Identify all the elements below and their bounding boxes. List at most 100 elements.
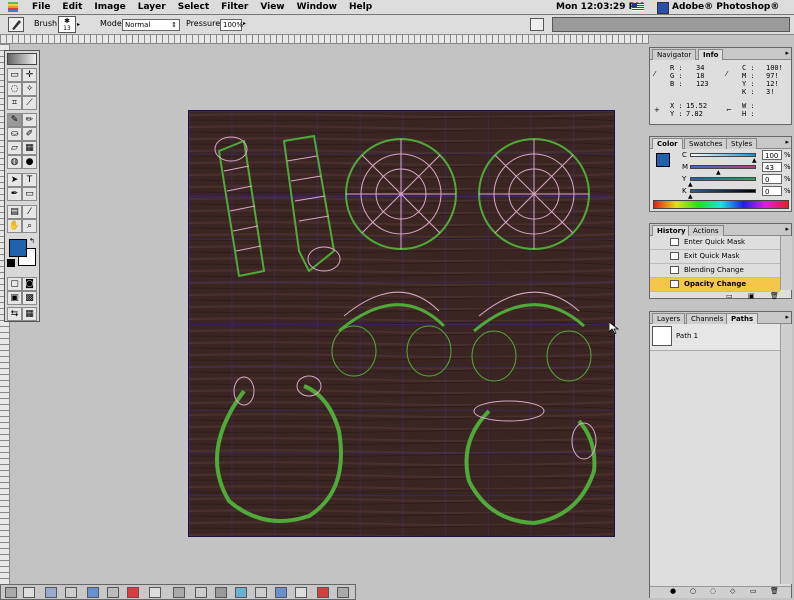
dodge-tool-icon[interactable]: ● bbox=[22, 155, 37, 169]
monitor-bit-depth-icon[interactable] bbox=[173, 587, 185, 598]
tab-color[interactable]: Color bbox=[652, 138, 683, 149]
keychain-icon[interactable] bbox=[149, 587, 161, 598]
menu-file[interactable]: File bbox=[26, 0, 56, 14]
menu-window[interactable]: Window bbox=[291, 0, 343, 14]
adobe-online-icon[interactable] bbox=[7, 53, 37, 65]
history-item[interactable]: Enter Quick Mask bbox=[650, 236, 780, 250]
move-tool-icon[interactable]: ✛ bbox=[22, 68, 37, 82]
menu-view[interactable]: View bbox=[254, 0, 290, 14]
tab-styles[interactable]: Styles bbox=[726, 138, 758, 149]
pressure-field[interactable]: 100% bbox=[220, 19, 243, 31]
tab-paths[interactable]: Paths bbox=[726, 313, 759, 324]
menu-image[interactable]: Image bbox=[88, 0, 131, 14]
magic-wand-tool-icon[interactable]: ✧ bbox=[22, 82, 37, 96]
menu-select[interactable]: Select bbox=[172, 0, 215, 14]
marquee-tool-icon[interactable]: ▭ bbox=[7, 68, 22, 82]
new-path-icon[interactable]: ▭ bbox=[750, 587, 757, 595]
new-snapshot-icon[interactable]: ▣ bbox=[748, 292, 755, 300]
photoshop-app-icon[interactable] bbox=[657, 2, 669, 14]
pencil-tool-icon[interactable]: ✏ bbox=[22, 113, 37, 127]
stroke-path-icon[interactable]: ○ bbox=[690, 587, 696, 595]
shape-tool-icon[interactable]: ▭ bbox=[22, 187, 37, 201]
eyedropper-tool-icon[interactable]: ⁄ bbox=[22, 205, 37, 219]
sound-volume-icon[interactable] bbox=[275, 587, 287, 598]
slice-tool-icon[interactable]: ⟋ bbox=[22, 96, 37, 110]
menu-layer[interactable]: Layer bbox=[132, 0, 172, 14]
web-sharing-icon[interactable] bbox=[235, 587, 247, 598]
palette-menu-arrow-icon[interactable]: ▸ bbox=[785, 49, 789, 57]
control-strip-toggle-icon[interactable] bbox=[5, 587, 17, 598]
foreground-color-swatch[interactable] bbox=[9, 239, 27, 257]
make-work-path-icon[interactable]: ◇ bbox=[730, 587, 735, 595]
crop-tool-icon[interactable]: ⌗ bbox=[7, 96, 22, 110]
pen-tool-icon[interactable]: ✒ bbox=[7, 187, 22, 201]
lasso-tool-icon[interactable]: ◌ bbox=[7, 82, 22, 96]
m-channel-value[interactable]: 43 bbox=[762, 162, 782, 172]
airport-icon[interactable] bbox=[317, 587, 329, 598]
apple-menu-icon[interactable] bbox=[8, 2, 18, 12]
paths-scrollbar[interactable] bbox=[780, 324, 792, 584]
color-spectrum-bar[interactable] bbox=[653, 200, 789, 209]
cd-player-icon[interactable] bbox=[45, 587, 57, 598]
blur-tool-icon[interactable]: ◍ bbox=[7, 155, 22, 169]
appletalk-icon[interactable] bbox=[23, 587, 35, 598]
k-channel-thumb[interactable]: ▲ bbox=[688, 193, 693, 200]
menu-edit[interactable]: Edit bbox=[56, 0, 88, 14]
swap-colors-icon[interactable]: ↰ bbox=[29, 237, 35, 245]
palette-menu-arrow-icon[interactable]: ▸ bbox=[785, 313, 789, 321]
c-channel-slider[interactable] bbox=[690, 153, 756, 157]
monitor-resolution-icon[interactable] bbox=[195, 587, 207, 598]
location-manager-icon[interactable] bbox=[215, 587, 227, 598]
palette-menu-arrow-icon[interactable]: ▸ bbox=[785, 225, 789, 233]
music-icon[interactable] bbox=[87, 587, 99, 598]
jump-to-imageready-icon[interactable]: ⇆ bbox=[7, 307, 22, 321]
y-channel-thumb[interactable]: ▲ bbox=[688, 181, 693, 188]
trash-icon[interactable]: 🗑 bbox=[770, 292, 779, 300]
remote-access-icon[interactable] bbox=[127, 587, 139, 598]
menubar-clock[interactable]: Mon 12:03:29 PM bbox=[556, 0, 644, 14]
history-brush-tool-icon[interactable]: ✐ bbox=[22, 127, 37, 141]
eraser-tool-icon[interactable]: ▱ bbox=[7, 141, 22, 155]
speech-icon[interactable] bbox=[295, 587, 307, 598]
brush-picker-arrow[interactable]: ▸ bbox=[77, 21, 83, 28]
m-channel-slider[interactable] bbox=[690, 165, 756, 169]
path-selection-tool-icon[interactable]: ➤ bbox=[7, 173, 22, 187]
y-channel-slider[interactable] bbox=[690, 177, 756, 181]
tab-history[interactable]: History bbox=[652, 225, 691, 236]
tab-swatches[interactable]: Swatches bbox=[684, 138, 728, 149]
printer-icon[interactable] bbox=[107, 587, 119, 598]
hand-tool-icon[interactable]: ✋ bbox=[7, 219, 22, 233]
screen-mode-full-icon[interactable]: ▩ bbox=[22, 291, 37, 305]
standard-mode-icon[interactable]: ▢ bbox=[7, 277, 22, 291]
tab-channels[interactable]: Channels bbox=[686, 313, 729, 324]
k-channel-value[interactable]: 0 bbox=[762, 186, 782, 196]
type-tool-icon[interactable]: T bbox=[22, 173, 37, 187]
brush-picker[interactable]: ✱ 13 bbox=[58, 16, 76, 33]
keyboard-layout-flag-icon[interactable] bbox=[632, 3, 644, 11]
k-channel-slider[interactable] bbox=[690, 189, 756, 193]
quick-mask-mode-icon[interactable]: ◙ bbox=[22, 277, 37, 291]
screen-mode-standard-icon[interactable]: ▣ bbox=[7, 291, 22, 305]
tab-actions[interactable]: Actions bbox=[688, 225, 724, 236]
history-item[interactable]: Blending Change bbox=[650, 264, 780, 278]
control-strip-end-icon[interactable] bbox=[337, 587, 349, 598]
screen-mode-full-menubar-icon[interactable]: ▦ bbox=[22, 307, 37, 321]
path-item[interactable]: Path 1 bbox=[650, 324, 780, 351]
delete-path-icon[interactable]: 🗑 bbox=[770, 587, 779, 595]
history-scrollbar[interactable] bbox=[780, 236, 792, 290]
palette-menu-arrow-icon[interactable]: ▸ bbox=[785, 138, 789, 146]
brush-tool-icon[interactable]: ✎ bbox=[7, 113, 22, 127]
file-sharing-icon[interactable] bbox=[65, 587, 77, 598]
gradient-tool-icon[interactable]: ▦ bbox=[22, 141, 37, 155]
history-item[interactable]: Exit Quick Mask bbox=[650, 250, 780, 264]
load-path-as-selection-icon[interactable]: ◌ bbox=[710, 587, 716, 595]
c-channel-value[interactable]: 100 bbox=[762, 150, 782, 160]
history-item-selected[interactable]: Opacity Change bbox=[650, 278, 780, 292]
airbrush-toggle-icon[interactable] bbox=[530, 18, 544, 31]
y-channel-value[interactable]: 0 bbox=[762, 174, 782, 184]
new-document-from-state-icon[interactable]: ▭ bbox=[726, 292, 733, 300]
tool-preset-icon[interactable] bbox=[8, 17, 24, 32]
m-channel-thumb[interactable]: ▲ bbox=[716, 169, 721, 176]
c-channel-thumb[interactable]: ▲ bbox=[752, 157, 757, 164]
default-colors-icon[interactable] bbox=[7, 259, 15, 267]
